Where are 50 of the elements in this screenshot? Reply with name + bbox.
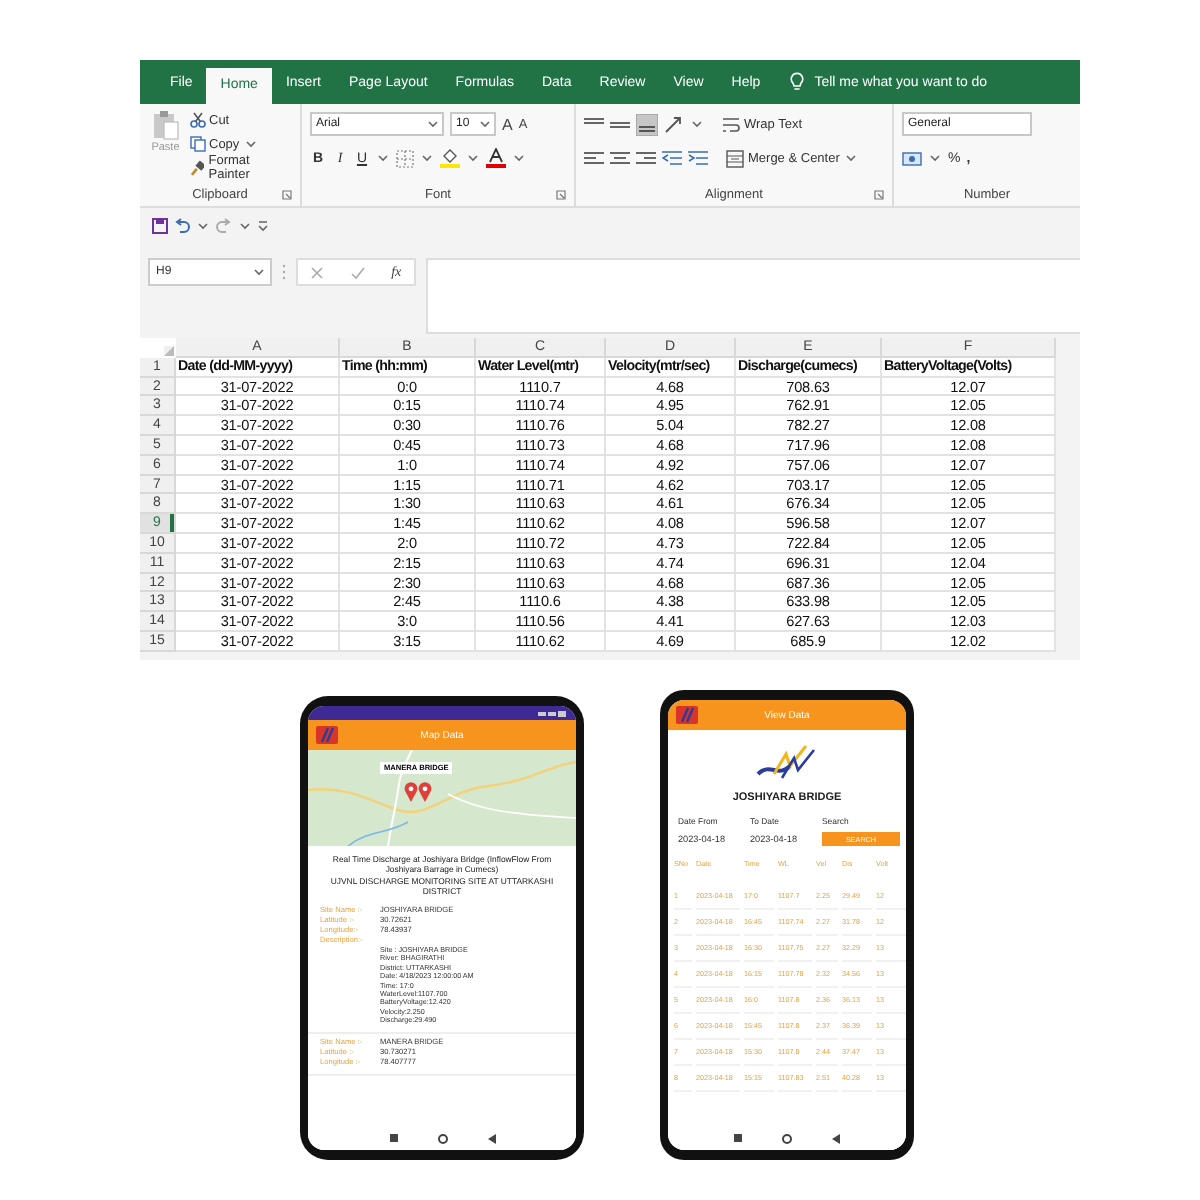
dialog-launcher-icon[interactable] <box>874 190 884 200</box>
clipboard-icon <box>151 110 180 140</box>
align-bottom-icon[interactable] <box>636 113 658 135</box>
orientation-icon[interactable] <box>664 115 684 133</box>
check-icon[interactable] <box>349 265 366 279</box>
copy-icon <box>189 136 205 152</box>
increase-indent-icon[interactable] <box>688 149 708 167</box>
logo-icon <box>316 726 338 744</box>
signal-icon <box>538 709 566 717</box>
decrease-indent-icon[interactable] <box>662 149 682 167</box>
logo-icon <box>676 706 698 724</box>
circle-nav-icon[interactable] <box>437 1133 447 1143</box>
wrap-text-icon <box>722 115 740 133</box>
caret-icon[interactable] <box>240 221 250 229</box>
caret-icon[interactable] <box>428 120 438 128</box>
dialog-launcher-icon[interactable] <box>556 190 566 200</box>
caret-icon[interactable] <box>378 154 388 162</box>
undo-icon[interactable] <box>174 217 190 233</box>
caret-icon[interactable] <box>254 268 264 276</box>
formula-input-field[interactable] <box>426 258 1080 334</box>
align-left-icon[interactable] <box>584 149 604 167</box>
map-pin-icon[interactable] <box>404 782 418 802</box>
caret-icon[interactable] <box>422 154 432 162</box>
fill-color-icon[interactable] <box>440 148 460 168</box>
lightbulb-icon[interactable] <box>790 72 805 92</box>
font-color-icon[interactable] <box>486 148 506 168</box>
dialog-launcher-icon[interactable] <box>282 190 292 200</box>
caret-icon[interactable] <box>845 154 856 162</box>
caret-icon[interactable] <box>468 154 478 162</box>
align-right-icon[interactable] <box>636 149 656 167</box>
merge-cells-icon <box>726 149 744 167</box>
align-center-icon[interactable] <box>610 149 630 167</box>
currency-icon[interactable] <box>902 149 922 167</box>
logo-drawing <box>753 742 821 782</box>
map-pin-icon[interactable] <box>418 782 432 802</box>
save-icon[interactable] <box>152 217 168 233</box>
paintbrush-icon <box>189 160 205 176</box>
caret-icon[interactable] <box>930 154 940 162</box>
caret-icon[interactable] <box>692 120 702 128</box>
caret-icon[interactable] <box>245 140 256 148</box>
customize-toolbar-icon[interactable] <box>258 219 268 231</box>
circle-nav-icon[interactable] <box>782 1133 792 1143</box>
caret-icon[interactable] <box>514 154 524 162</box>
triangle-nav-icon[interactable] <box>487 1133 495 1143</box>
caret-icon[interactable] <box>198 221 208 229</box>
triangle-nav-icon[interactable] <box>832 1133 840 1143</box>
increase-font-size-button[interactable]: A <box>502 115 513 133</box>
square-nav-icon[interactable] <box>389 1134 397 1142</box>
scissors-icon <box>189 112 205 128</box>
caret-icon[interactable] <box>480 120 490 128</box>
